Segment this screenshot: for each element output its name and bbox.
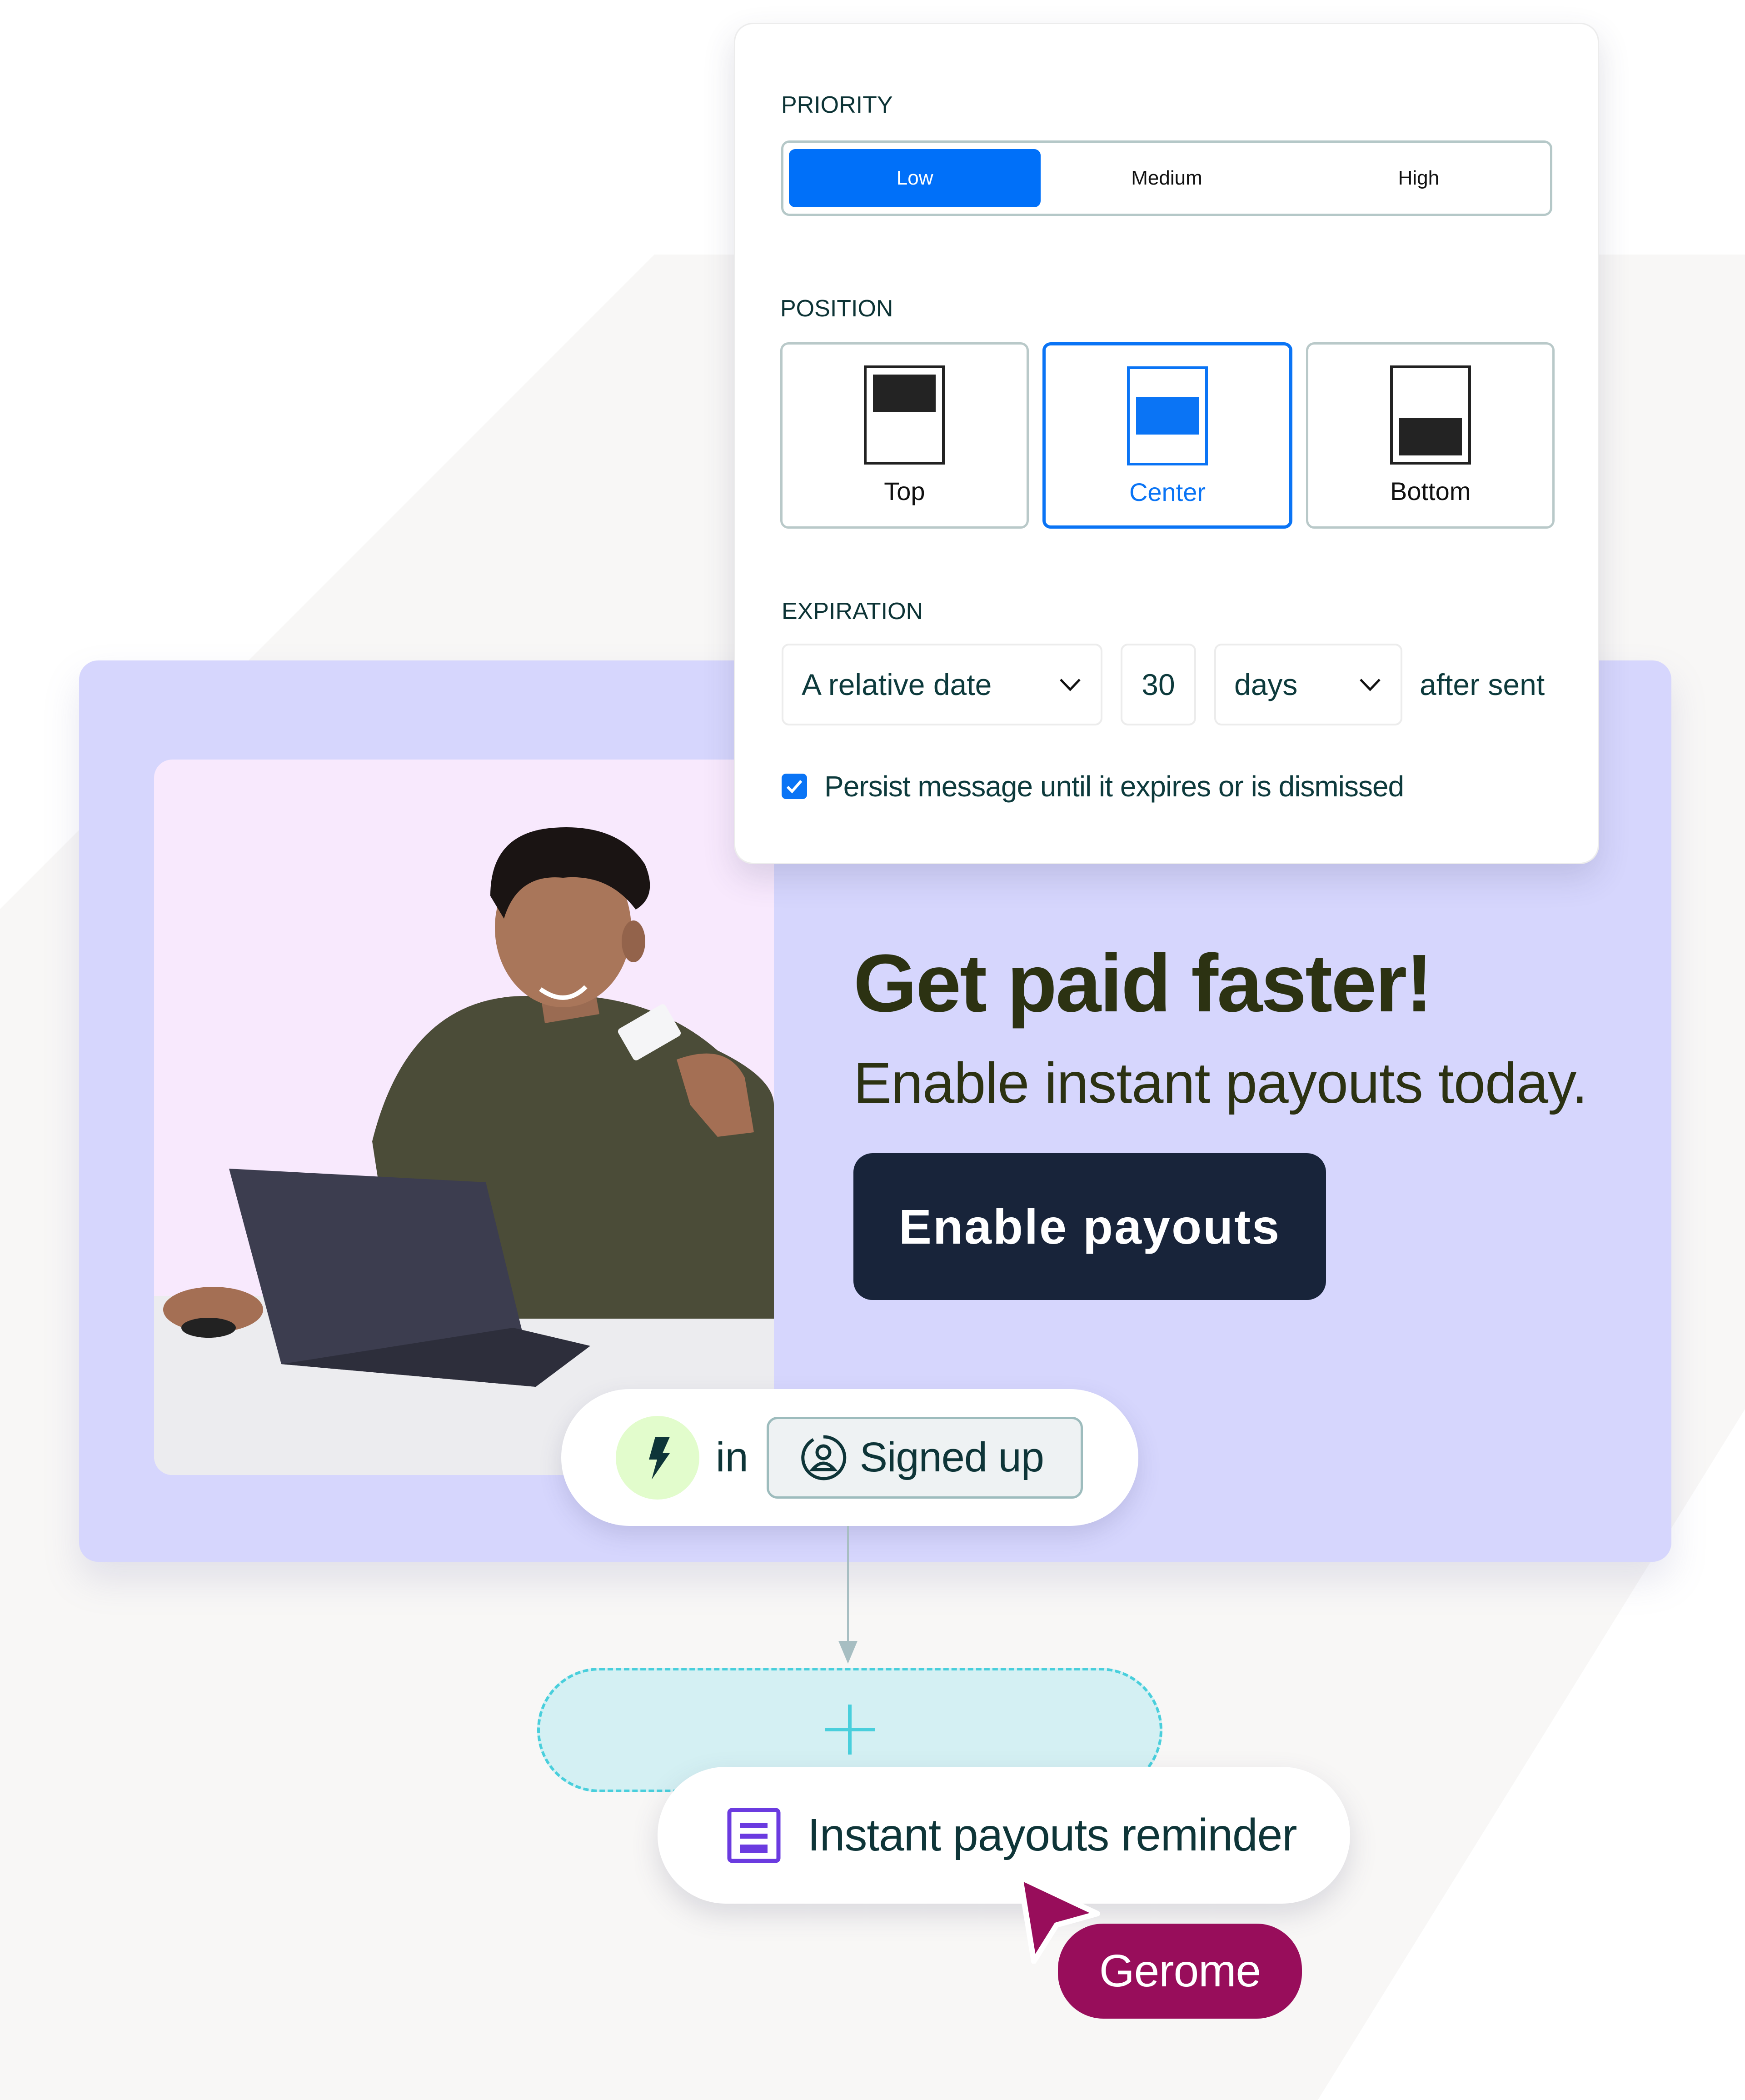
position-center-icon: [1127, 366, 1208, 465]
position-top-icon: [864, 365, 945, 465]
priority-segmented-control: Low Medium High: [781, 140, 1552, 216]
trigger-badge: [616, 1415, 699, 1500]
message-document-icon: [727, 1808, 781, 1863]
workflow-connector-line: [847, 1526, 849, 1644]
persist-label: Persist message until it expires or is d…: [824, 770, 1404, 803]
plus-icon[interactable]: [825, 1705, 875, 1755]
segment-label: Signed up: [859, 1434, 1044, 1480]
position-option-bottom[interactable]: Bottom: [1306, 342, 1555, 529]
workflow-step-node[interactable]: Instant payouts reminder: [658, 1767, 1350, 1904]
position-option-top[interactable]: Top: [780, 342, 1029, 529]
connector-arrow-icon: [838, 1641, 858, 1664]
expiration-suffix: after sent: [1420, 668, 1545, 701]
person-with-laptop-illustration: [154, 827, 774, 1475]
expiration-mode-select[interactable]: A relative date: [782, 644, 1102, 725]
position-bottom-icon: [1390, 365, 1471, 465]
position-label: POSITION: [780, 295, 893, 322]
position-option-label: Top: [884, 477, 925, 505]
chevron-down-icon: [1360, 679, 1381, 691]
trigger-connector-word: in: [716, 1434, 748, 1480]
priority-option-low[interactable]: Low: [789, 149, 1041, 207]
position-option-label: Bottom: [1390, 477, 1471, 505]
segment-chip[interactable]: Signed up: [766, 1416, 1083, 1499]
expiration-unit-select[interactable]: days: [1214, 644, 1402, 725]
persist-checkbox[interactable]: [782, 774, 807, 799]
position-option-label: Center: [1129, 478, 1206, 506]
workflow-step-label: Instant payouts reminder: [808, 1810, 1297, 1860]
message-settings-panel: PRIORITY Low Medium High POSITION Top Ce…: [734, 23, 1599, 864]
chevron-down-icon: [1060, 679, 1081, 691]
promo-photo: [154, 760, 774, 1475]
priority-option-high[interactable]: High: [1293, 149, 1545, 207]
promo-headline: Get paid faster!: [853, 938, 1433, 1029]
expiration-amount-input[interactable]: 30: [1121, 644, 1196, 725]
collaborator-name-tag: Gerome: [1058, 1924, 1302, 2019]
expiration-label: EXPIRATION: [782, 598, 923, 625]
checkmark-icon: [786, 780, 803, 794]
position-options: Top Center Bottom: [780, 342, 1555, 529]
expiration-mode-value: A relative date: [802, 668, 992, 701]
expiration-unit-value: days: [1234, 668, 1298, 701]
priority-option-medium[interactable]: Medium: [1041, 149, 1292, 207]
enable-payouts-button[interactable]: Enable payouts: [853, 1153, 1326, 1300]
expiration-row: A relative date 30 days after sent: [782, 644, 1545, 725]
priority-label: PRIORITY: [781, 92, 893, 118]
user-circle-icon: [801, 1435, 846, 1480]
promo-subline: Enable instant payouts today.: [853, 1051, 1588, 1115]
position-option-center[interactable]: Center: [1042, 342, 1293, 529]
workflow-trigger-node[interactable]: in Signed up: [561, 1389, 1138, 1526]
persist-option: Persist message until it expires or is d…: [782, 770, 1404, 803]
lightning-bolt-icon: [649, 1436, 670, 1480]
